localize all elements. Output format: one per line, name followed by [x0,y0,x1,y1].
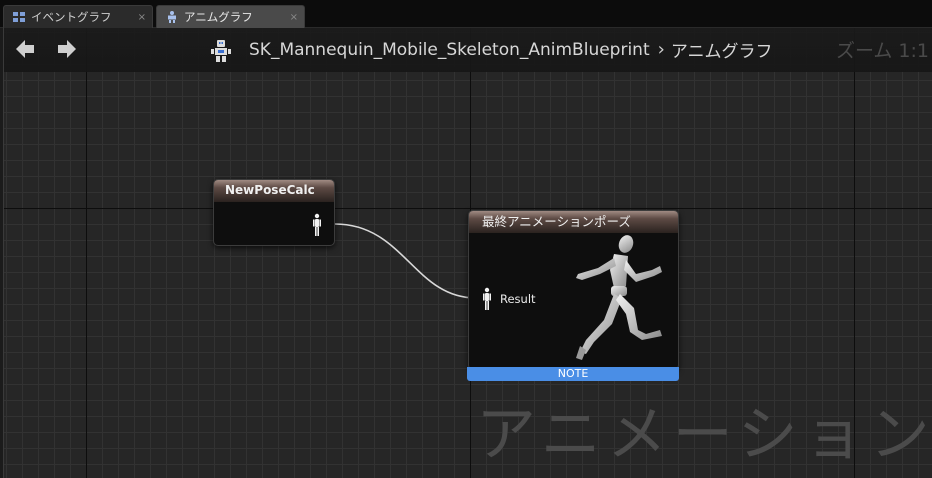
new-pose-calc-node[interactable]: NewPoseCalc [213,179,335,246]
close-icon[interactable]: × [138,12,146,23]
result-pin-label: Result [500,292,536,306]
breadcrumb-separator: › [657,39,665,60]
close-icon[interactable]: × [290,12,298,23]
forward-button[interactable] [56,38,78,60]
breadcrumb-graph: アニムグラフ [670,42,773,62]
graph-canvas[interactable]: SK_Mannequin_Mobile_Skeleton_AnimBluepri… [3,28,932,478]
result-input-pin-icon[interactable] [482,287,492,311]
character-blueprint-icon [210,39,232,63]
arrow-left-icon [16,40,34,58]
node-title: NewPoseCalc [214,180,334,202]
back-button[interactable] [14,38,36,60]
tab-anim-graph-label: アニムグラフ [184,10,253,24]
running-mannequin-icon [576,235,662,360]
output-pose-node[interactable]: 最終アニメーションポーズ Result [468,210,679,370]
node-title: 最終アニメーションポーズ [469,211,678,233]
breadcrumb-asset[interactable]: SK_Mannequin_Mobile_Skeleton_AnimBluepri… [249,40,650,60]
note-bar[interactable]: NOTE [467,367,679,381]
tab-anim-graph[interactable]: アニムグラフ × [156,5,305,28]
arrow-right-icon [58,40,76,58]
zoom-level: ズーム 1:1 [835,40,929,62]
pose-output-pin-icon[interactable] [312,213,322,237]
anim-graph-icon [165,10,179,24]
event-graph-icon [12,10,26,24]
breadcrumb: SK_Mannequin_Mobile_Skeleton_AnimBluepri… [249,37,773,62]
tab-bar: イベントグラフ × アニムグラフ × [0,0,932,28]
tab-event-graph-label: イベントグラフ [31,10,112,24]
graph-watermark: アニメーション [476,400,932,470]
tab-event-graph[interactable]: イベントグラフ × [3,5,153,28]
